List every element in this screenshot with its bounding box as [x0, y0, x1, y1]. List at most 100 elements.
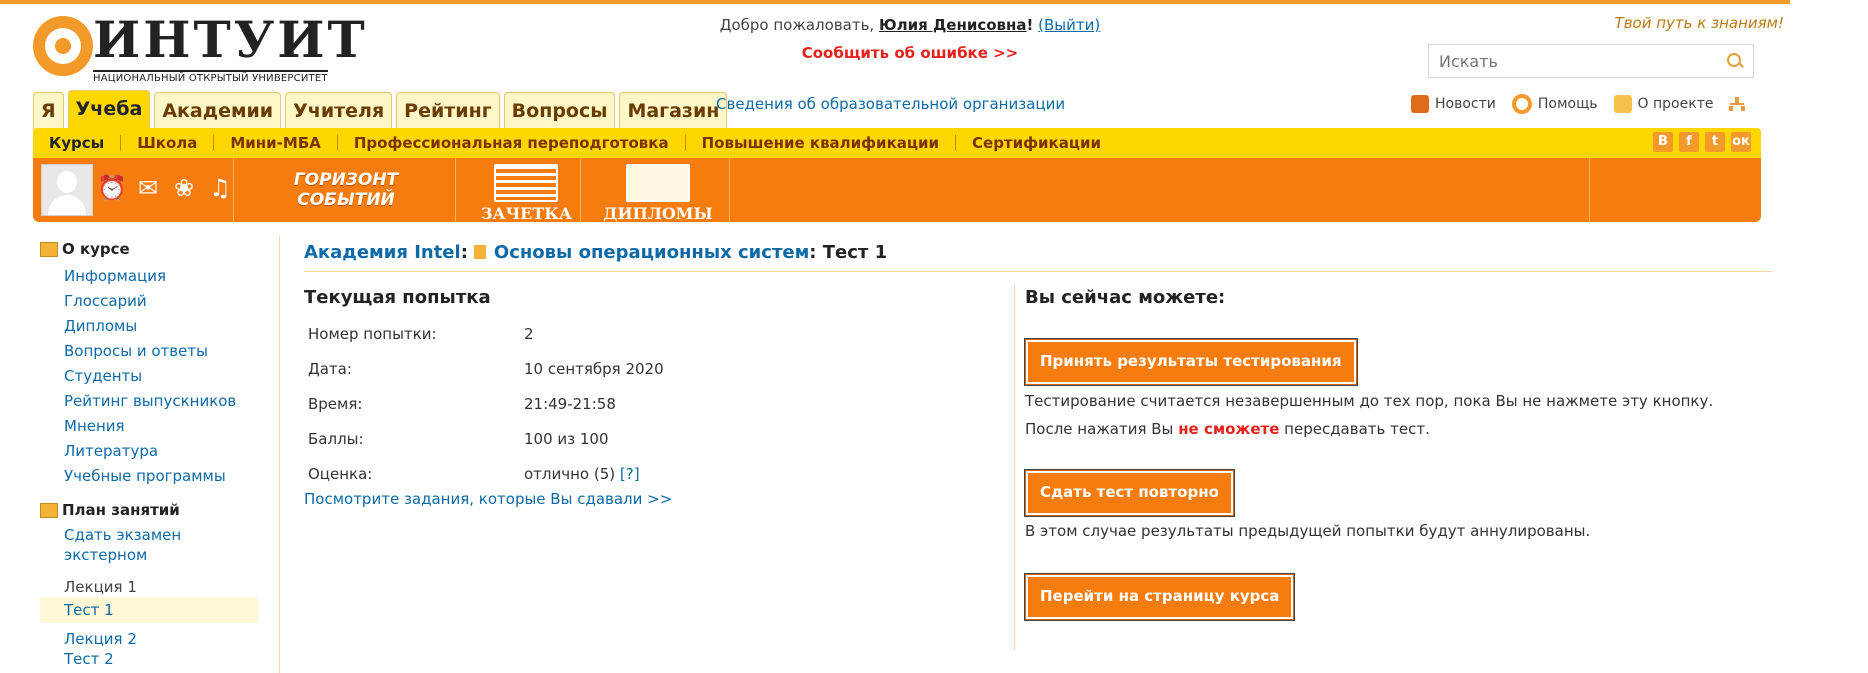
- score-label: Баллы:: [308, 429, 364, 448]
- alarm-clock-icon[interactable]: ⏰: [97, 172, 127, 204]
- sitemap-icon[interactable]: [1729, 97, 1746, 111]
- subnav-school[interactable]: Школа: [121, 135, 215, 151]
- book-icon: [473, 245, 486, 259]
- after-note-suffix: пересдавать тест.: [1284, 420, 1430, 438]
- tab-me[interactable]: Я: [33, 92, 64, 129]
- breadcrumb-course[interactable]: Основы операционных систем: [494, 242, 809, 263]
- external-exam-link[interactable]: Сдать экзамен экстерном: [64, 525, 260, 565]
- attempt-number-label: Номер попытки:: [308, 324, 437, 343]
- horizon-line-1: ГОРИЗОНТ: [293, 170, 399, 190]
- breadcrumb-current: : Тест 1: [809, 242, 888, 263]
- report-error-link[interactable]: Сообщить об ошибке >>: [700, 44, 1120, 62]
- slogan: Твой путь к знаниям!: [1614, 14, 1784, 32]
- accept-results-button[interactable]: Принять результаты тестирования: [1025, 339, 1357, 385]
- news-link[interactable]: Новости: [1435, 96, 1496, 112]
- main-tabs: Я Учеба Академии Учителя Рейтинг Вопросы…: [33, 90, 728, 129]
- subnav-qualification[interactable]: Повышение квалификации: [686, 135, 957, 151]
- intuit-logo[interactable]: ИНТУИТ НАЦИОНАЛЬНЫЙ ОТКРЫТЫЙ УНИВЕРСИТЕТ: [33, 10, 365, 84]
- subnav-mini-mba[interactable]: Мини-МБА: [214, 135, 338, 151]
- grade-cell: отлично (5) [?]: [524, 456, 664, 491]
- sidebar-item-lecture-2[interactable]: Лекция 2: [64, 629, 260, 649]
- gradebook-button[interactable]: ЗАЧЕТКА: [481, 164, 572, 223]
- about-course-header: О курсе: [40, 240, 260, 258]
- sidebar-item-diplomas[interactable]: Дипломы: [64, 314, 260, 339]
- vk-icon[interactable]: В: [1653, 132, 1673, 152]
- table-row: Время: 21:49-21:58: [308, 386, 664, 421]
- search-icon[interactable]: [1727, 53, 1741, 67]
- lesson-plan-title: План занятий: [62, 501, 180, 519]
- tab-rating[interactable]: Рейтинг: [396, 92, 500, 129]
- tab-academies[interactable]: Академии: [154, 92, 282, 129]
- diploma-icon: [626, 164, 690, 202]
- sidebar-item-glossary[interactable]: Глоссарий: [64, 289, 260, 314]
- welcome-line: Добро пожаловать, Юлия Денисовна! (Выйти…: [700, 16, 1120, 34]
- help-link[interactable]: Помощь: [1538, 96, 1598, 112]
- retake-test-button[interactable]: Сдать тест повторно: [1025, 470, 1234, 516]
- toolbar-divider: [580, 158, 581, 222]
- table-row: Оценка: отлично (5) [?]: [308, 456, 664, 491]
- course-sidebar: О курсе Информация Глоссарий Дипломы Воп…: [40, 240, 260, 669]
- events-horizon-button[interactable]: ГОРИЗОНТ СОБЫТИЙ: [281, 170, 411, 210]
- top-accent-line: [0, 0, 1790, 4]
- after-note-warning: не сможете: [1178, 420, 1280, 438]
- subnav-certifications[interactable]: Сертификации: [956, 135, 1117, 151]
- odnoklassniki-icon[interactable]: ок: [1731, 132, 1751, 152]
- lifebuoy-icon: [1511, 94, 1532, 114]
- header-right-links: Новости Помощь О проекте: [1411, 94, 1746, 114]
- grade-help-link[interactable]: [?]: [620, 465, 640, 483]
- search-input[interactable]: [1429, 45, 1721, 77]
- tab-questions[interactable]: Вопросы: [503, 92, 616, 129]
- sidebar-item-faq[interactable]: Вопросы и ответы: [64, 339, 260, 364]
- toolbar-icons: ⏰ ✉ ❀ ♫: [97, 172, 235, 204]
- sidebar-item-test-2[interactable]: Тест 2: [64, 649, 260, 669]
- breadcrumb: Академия Intel: Основы операционных систе…: [304, 242, 887, 263]
- logo-name: ИНТУИТ: [93, 10, 368, 69]
- horizon-line-2: СОБЫТИЙ: [297, 190, 395, 210]
- breadcrumb-underline: [304, 271, 1772, 272]
- gift-icon[interactable]: ❀: [169, 172, 199, 204]
- attempt-info-table: Номер попытки: 2 Дата: 10 сентября 2020 …: [308, 316, 664, 491]
- logo-emblem-icon: [33, 16, 93, 76]
- avatar[interactable]: [41, 164, 93, 216]
- sidebar-item-test-1[interactable]: Тест 1: [40, 597, 258, 623]
- subnav-courses[interactable]: Курсы: [33, 135, 122, 151]
- logo-subtitle: НАЦИОНАЛЬНЫЙ ОТКРЫТЫЙ УНИВЕРСИТЕТ: [93, 70, 328, 84]
- tab-study[interactable]: Учеба: [67, 90, 151, 129]
- breadcrumb-academy[interactable]: Академия Intel: [304, 242, 461, 263]
- subnav-retraining[interactable]: Профессиональная переподготовка: [338, 135, 686, 151]
- social-links: В f t ок: [1653, 132, 1751, 152]
- org-info-link[interactable]: Сведения об образовательной организации: [716, 95, 1065, 113]
- sidebar-item-literature[interactable]: Литература: [64, 439, 260, 464]
- toolbar-divider: [455, 158, 456, 222]
- sidebar-item-opinions[interactable]: Мнения: [64, 414, 260, 439]
- actions-title: Вы сейчас можете:: [1025, 287, 1226, 308]
- user-toolbar: ⏰ ✉ ❀ ♫ ГОРИЗОНТ СОБЫТИЙ ЗАЧЕТКА ДИПЛОМЫ: [33, 158, 1761, 223]
- diplomas-button[interactable]: ДИПЛОМЫ: [603, 164, 713, 223]
- lecture-2-group: Лекция 2 Тест 2: [64, 629, 260, 669]
- sidebar-item-graduate-rating[interactable]: Рейтинг выпускников: [64, 389, 260, 414]
- bell-icon[interactable]: ♫: [205, 172, 235, 204]
- see-tasks-link[interactable]: Посмотрите задания, которые Вы сдавали >…: [304, 490, 672, 508]
- gradebook-label: ЗАЧЕТКА: [481, 204, 572, 223]
- sidebar-item-info[interactable]: Информация: [64, 264, 260, 289]
- external-exam-line-1: Сдать экзамен: [64, 526, 182, 544]
- mail-icon[interactable]: ✉: [133, 172, 163, 204]
- rss-icon: [1411, 95, 1429, 113]
- sidebar-item-students[interactable]: Студенты: [64, 364, 260, 389]
- logout-link[interactable]: (Выйти): [1038, 16, 1100, 34]
- tab-shop[interactable]: Магазин: [619, 92, 728, 129]
- user-name-link[interactable]: Юлия Денисовна: [879, 16, 1027, 34]
- after-accept-note: После нажатия Вы не сможете пересдавать …: [1025, 420, 1430, 438]
- table-row: Номер попытки: 2: [308, 316, 664, 351]
- facebook-icon[interactable]: f: [1679, 132, 1699, 152]
- go-to-course-button[interactable]: Перейти на страницу курса: [1025, 574, 1295, 620]
- sidebar-item-programs[interactable]: Учебные программы: [64, 464, 260, 489]
- about-link[interactable]: О проекте: [1638, 96, 1714, 112]
- about-course-title: О курсе: [62, 240, 130, 258]
- date-value: 10 сентября 2020: [524, 359, 664, 378]
- twitter-icon[interactable]: t: [1705, 132, 1725, 152]
- time-value: 21:49-21:58: [524, 394, 616, 413]
- accept-note: Тестирование считается незавершенным до …: [1025, 392, 1714, 410]
- tab-teachers[interactable]: Учителя: [285, 92, 393, 129]
